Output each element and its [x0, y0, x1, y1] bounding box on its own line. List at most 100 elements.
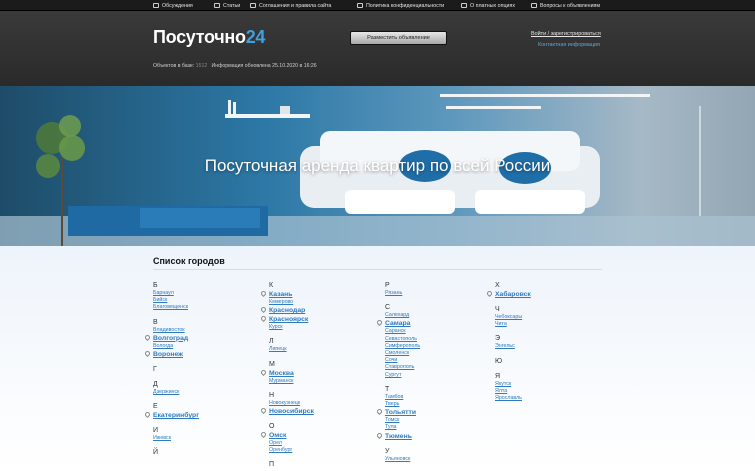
letter-heading: Э [495, 335, 501, 343]
city-link[interactable]: Мурманск [269, 378, 379, 385]
logo-text: Посуточно [153, 27, 246, 47]
letter-heading: Д [153, 381, 158, 389]
nav-questions[interactable]: Вопросы к объявлениям [531, 2, 600, 10]
city-link[interactable]: Краснодар [259, 306, 379, 315]
city-link[interactable]: Томск [385, 417, 495, 424]
site-stats: Объектов в базе: 1512 Информация обновле… [153, 63, 317, 69]
location-pin-icon [143, 411, 152, 419]
hero-banner: Посуточная аренда квартир по всей России [0, 86, 755, 246]
city-column: Б Барнаул Бийск Благовещенск В Владивосток Вол… [143, 281, 263, 457]
document-icon [357, 3, 363, 8]
city-link[interactable]: Курск [269, 324, 379, 331]
login-register-link[interactable]: Войти / зарегистрироваться [531, 31, 601, 37]
city-link[interactable]: Липецк [269, 346, 379, 353]
city-link[interactable]: Барнаул [153, 290, 263, 297]
nav-label: О платных опциях [470, 3, 515, 9]
letter-heading: Н [269, 391, 275, 399]
letter-heading: Е [153, 403, 158, 411]
place-ad-button[interactable]: Разместить объявление [350, 31, 447, 45]
city-link[interactable]: Смоленск [385, 350, 495, 357]
nav-label: Соглашения и правила сайта [259, 3, 332, 9]
city-link[interactable]: Орел [269, 440, 379, 447]
letter-heading: М [269, 360, 275, 368]
letter-heading: Р [385, 282, 390, 289]
document-icon [461, 3, 467, 8]
contact-info-link[interactable]: Контактная информация [538, 42, 600, 48]
location-pin-icon [143, 333, 152, 341]
nav-paid-options[interactable]: О платных опциях [461, 2, 515, 10]
city-column: Р Рязань С Салехард Самара Саранск Севастополь… [375, 281, 495, 463]
nav-articles[interactable]: Статьи [214, 2, 240, 10]
letter-heading: Б [153, 282, 158, 289]
nav-label: Политика конфиденциальности [366, 3, 445, 9]
city-link[interactable]: Хабаровск [485, 289, 605, 299]
city-link[interactable]: Волгоград [143, 333, 263, 343]
letter-heading: К [269, 282, 274, 289]
city-link[interactable]: Дзержинск [153, 389, 263, 396]
letter-heading: У [385, 447, 390, 455]
city-link[interactable]: Екатеринбург [143, 411, 263, 420]
city-link[interactable]: Владивосток [153, 327, 263, 334]
city-link[interactable]: Самара [375, 319, 495, 328]
city-link[interactable]: Бийск [153, 297, 263, 304]
chat-icon [153, 3, 159, 8]
nav-label: Статьи [223, 3, 241, 9]
city-link[interactable]: Сургут [385, 372, 495, 379]
city-link[interactable]: Ярославль [495, 395, 605, 402]
nav-privacy[interactable]: Политика конфиденциальности [357, 2, 444, 10]
document-icon [250, 3, 256, 8]
city-link[interactable]: Саранск [385, 328, 495, 335]
stats-label: Объектов в базе: [153, 63, 195, 69]
nav-rules[interactable]: Соглашения и правила сайта [250, 2, 331, 10]
city-link[interactable]: Севастополь [385, 336, 495, 343]
nav-discussions[interactable]: Обсуждения [153, 2, 193, 10]
city-link[interactable]: Новокузнецк [269, 400, 379, 407]
city-list-title: Список городов [153, 256, 225, 266]
city-column: К Казань Кемерово Краснодар Красноярск Курск Л… [259, 281, 379, 469]
city-link[interactable]: Ставрополь [385, 364, 495, 371]
site-header: Посуточно24 Разместить объявление Войти … [0, 11, 755, 86]
city-link[interactable]: Салехард [385, 312, 495, 319]
hero-title: Посуточная аренда квартир по всей России [204, 156, 551, 175]
letter-heading: Ю [495, 357, 503, 365]
city-link[interactable]: Тверь [385, 401, 495, 408]
city-link[interactable]: Якутск [495, 381, 605, 388]
location-pin-icon [143, 349, 152, 358]
logo-accent: 24 [245, 27, 266, 47]
site-logo[interactable]: Посуточно24 [153, 27, 265, 48]
city-link[interactable]: Тамбов [385, 394, 495, 401]
city-link[interactable]: Сочи [385, 357, 495, 364]
letter-heading: И [153, 427, 159, 435]
city-link[interactable]: Энгельс [495, 343, 605, 350]
letter-heading: Й [153, 449, 159, 457]
city-column: Х Хабаровск Ч Чебоксары Чита Э Энгельс Ю Я Якутск… [485, 281, 605, 402]
city-link[interactable]: Москва [259, 368, 379, 378]
letter-heading: О [269, 423, 275, 431]
city-link[interactable]: Вологда [153, 343, 263, 350]
city-link[interactable]: Рязань [385, 290, 495, 297]
city-link[interactable]: Чебоксары [495, 314, 605, 321]
nav-label: Обсуждения [162, 3, 193, 9]
divider [153, 269, 602, 270]
city-link[interactable]: Тула [385, 424, 495, 431]
city-link[interactable]: Воронеж [143, 349, 263, 359]
city-link[interactable]: Симферополь [385, 343, 495, 350]
city-link[interactable]: Красноярск [259, 315, 379, 324]
letter-heading: Ч [495, 306, 500, 313]
city-link[interactable]: Тюмень [375, 431, 495, 441]
top-navigation: Обсуждения Статьи Соглашения и правила с… [0, 0, 755, 11]
city-link[interactable]: Ульяновск [385, 456, 495, 463]
city-link[interactable]: Новосибирск [259, 406, 379, 416]
city-link[interactable]: Оренбург [269, 447, 379, 454]
letter-heading: Г [153, 366, 157, 374]
city-link[interactable]: Казань [259, 289, 379, 299]
city-link[interactable]: Ялта [495, 388, 605, 395]
question-icon [531, 3, 537, 8]
city-list-section: Список городов Б Барнаул Бийск Благовещенск… [0, 246, 755, 471]
city-link[interactable]: Кемерово [269, 299, 379, 306]
city-link[interactable]: Тольятти [375, 408, 495, 417]
city-link[interactable]: Чита [495, 321, 605, 328]
city-link[interactable]: Омск [259, 430, 379, 440]
city-link[interactable]: Благовещенск [153, 304, 263, 311]
city-link[interactable]: Ижевск [153, 435, 263, 442]
